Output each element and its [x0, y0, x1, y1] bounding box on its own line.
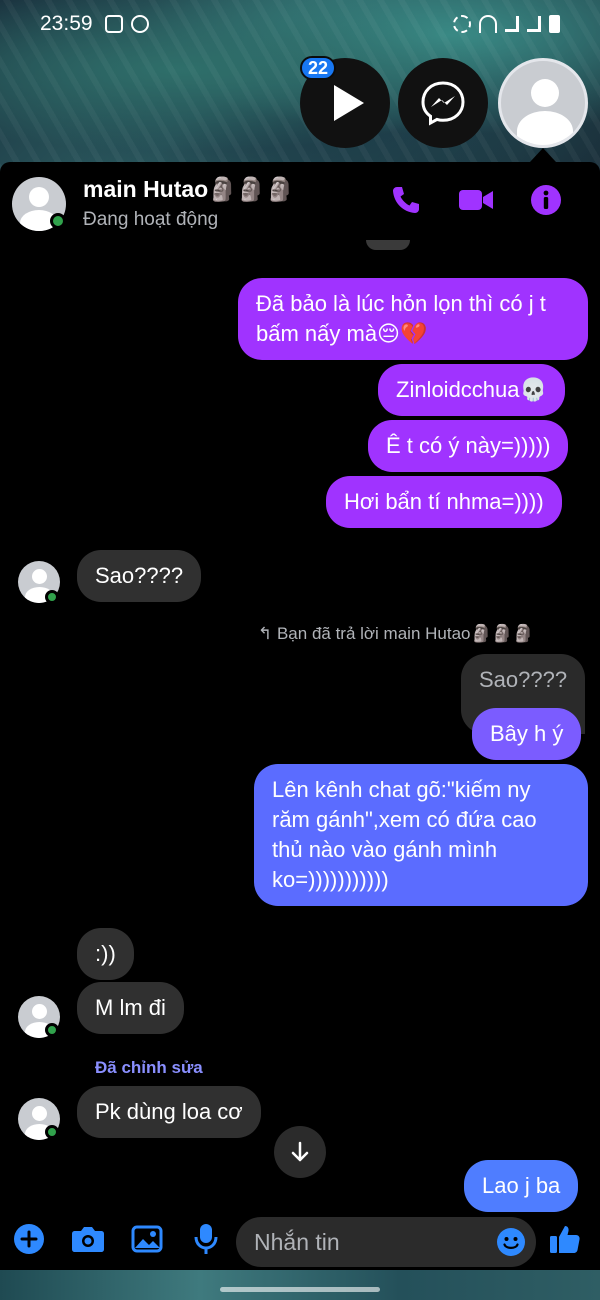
contact-name[interactable]: main Hutao🗿🗿🗿 — [83, 176, 294, 203]
microphone-icon — [194, 1224, 218, 1254]
message-text: Pk dùng loa cơ — [95, 1099, 243, 1124]
messenger-icon — [421, 81, 465, 126]
info-icon — [531, 185, 561, 215]
scroll-to-bottom-button[interactable] — [274, 1126, 326, 1178]
chat-head-contact[interactable] — [498, 58, 588, 148]
message-text: :)) — [95, 941, 116, 966]
active-status: Đang hoạt động — [83, 209, 219, 230]
camera-button[interactable] — [71, 1222, 105, 1256]
notification-icon — [104, 15, 123, 33]
message-bubble-received[interactable]: M lm đi — [77, 982, 184, 1034]
online-indicator — [45, 1023, 59, 1037]
online-indicator — [45, 590, 59, 604]
message-text: Lao j ba — [482, 1173, 561, 1198]
contact-name-text: main Hutao — [83, 176, 209, 202]
chat-header: main Hutao🗿🗿🗿 Đang hoạt động — [0, 162, 600, 242]
message-bubble-received[interactable]: Sao???? — [77, 550, 202, 602]
message-composer — [0, 1208, 600, 1270]
message-bubble-sent[interactable]: Lao j ba — [464, 1160, 579, 1212]
message-text: Hơi bẩn tí nhma=)))) — [344, 489, 544, 514]
message-input[interactable] — [254, 1228, 484, 1256]
wifi-icon — [479, 15, 497, 33]
status-time: 23:59 — [40, 12, 93, 35]
message-text: Sao???? — [479, 667, 568, 692]
online-indicator — [45, 1125, 59, 1139]
wallpaper-bottom — [0, 1270, 600, 1300]
avatar-body — [517, 111, 573, 145]
camera-icon — [72, 1227, 104, 1252]
edited-label: Đã chỉnh sửa — [95, 1058, 203, 1077]
info-button[interactable] — [528, 182, 564, 218]
message-text: Đã bảo là lúc hỏn lọn thì có j t bấm nấy… — [256, 291, 546, 346]
message-text: Zinloidcchua💀 — [396, 377, 547, 402]
video-call-button[interactable] — [458, 182, 494, 218]
navigation-handle[interactable] — [220, 1287, 380, 1292]
chat-head-messenger[interactable] — [398, 58, 488, 148]
message-text: Ê t có ý này=))))) — [386, 433, 551, 458]
message-bubble-received[interactable]: :)) — [77, 928, 134, 980]
chat-panel: main Hutao🗿🗿🗿 Đang hoạt động Đã bảo là l… — [0, 162, 600, 1270]
phone-icon — [393, 187, 419, 213]
reply-indicator: ↰ Bạn đã trả lời main Hutao🗿🗿🗿 — [258, 624, 534, 644]
message-bubble-sent[interactable]: Bây h ý — [472, 708, 582, 760]
gallery-icon — [131, 1225, 163, 1253]
message-input-container — [236, 1217, 536, 1267]
message-bubble-sent[interactable]: Zinloidcchua💀 — [378, 364, 565, 416]
arrow-down-icon — [291, 1141, 309, 1162]
signal-icon — [505, 16, 519, 32]
contact-name-emoji: 🗿🗿🗿 — [208, 177, 295, 203]
avatar-head — [32, 1004, 47, 1019]
message-bubble-sent[interactable]: Đã bảo là lúc hỏn lọn thì có j t bấm nấy… — [238, 278, 588, 360]
like-icon — [550, 1226, 580, 1253]
signal-icon-2 — [527, 16, 541, 32]
reaction-fragment — [366, 240, 410, 250]
message-text: Lên kênh chat gõ:"kiếm ny răm gánh",xem … — [272, 777, 537, 892]
online-indicator — [50, 213, 66, 229]
message-text: M lm đi — [95, 995, 166, 1020]
message-text: Sao???? — [95, 563, 184, 588]
battery-icon — [549, 15, 560, 33]
unread-badge: 22 — [300, 56, 337, 80]
call-button[interactable] — [388, 182, 424, 218]
reply-indicator-text: Bạn đã trả lời main Hutao🗿🗿🗿 — [276, 624, 534, 643]
more-actions-button[interactable] — [12, 1222, 46, 1256]
avatar-head — [32, 569, 47, 584]
chat-head-pointer — [530, 148, 556, 162]
video-camera-icon — [459, 190, 493, 210]
message-bubble-sent[interactable]: Hơi bẩn tí nhma=)))) — [326, 476, 562, 528]
status-bar: 23:59 — [0, 0, 600, 48]
message-bubble-sent[interactable]: Lên kênh chat gõ:"kiếm ny răm gánh",xem … — [254, 764, 588, 906]
voice-message-button[interactable] — [189, 1222, 223, 1256]
emoji-icon[interactable] — [496, 1227, 526, 1257]
avatar-head — [32, 1106, 47, 1121]
message-text: Bây h ý — [490, 721, 564, 746]
mute-icon — [453, 15, 471, 33]
message-bubble-received[interactable]: Pk dùng loa cơ — [77, 1086, 261, 1138]
reply-arrow-icon: ↰ — [258, 624, 277, 643]
avatar-head — [531, 79, 559, 107]
like-button[interactable] — [548, 1222, 582, 1256]
messenger-notification-icon — [130, 15, 149, 33]
message-bubble-sent[interactable]: Ê t có ý này=))))) — [368, 420, 569, 472]
avatar-head — [29, 187, 49, 207]
play-icon — [334, 85, 364, 121]
plus-icon — [14, 1224, 44, 1254]
gallery-button[interactable] — [130, 1222, 164, 1256]
